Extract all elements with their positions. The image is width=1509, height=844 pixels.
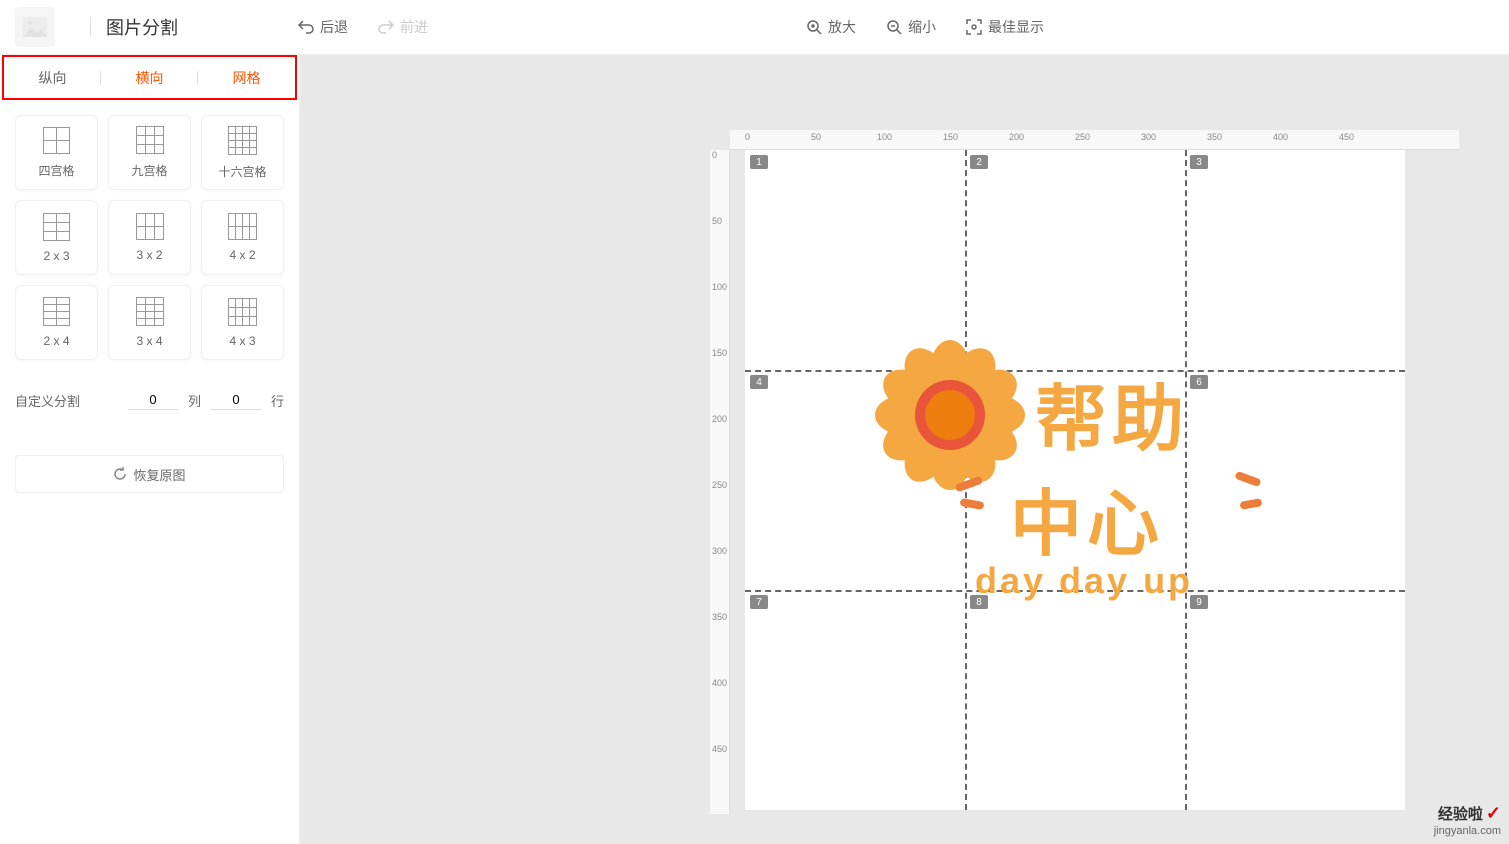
artwork-text-1: 帮助 (1035, 360, 1189, 465)
option-4x3[interactable]: 4 x 3 (201, 285, 284, 360)
fit-screen-button[interactable]: 最佳显示 (966, 17, 1044, 37)
checkmark-icon: ✓ (1486, 803, 1501, 823)
artwork-text-2: 中心 (1010, 465, 1164, 570)
image-placeholder-icon (23, 17, 47, 37)
horizontal-ruler: 050100150200250300350400450 (730, 130, 1459, 150)
undo-button[interactable]: 后退 (298, 17, 348, 37)
divider (90, 17, 91, 37)
cols-unit: 列 (188, 391, 201, 410)
image-canvas[interactable]: 1 2 3 4 5 6 7 8 9 帮助 中心 day day up (745, 150, 1405, 810)
grid-4x2-icon (228, 213, 257, 240)
zoom-in-icon (806, 19, 822, 35)
artwork: 帮助 中心 day day up (865, 330, 1285, 650)
option-2x4[interactable]: 2 x 4 (15, 285, 98, 360)
top-toolbar: 图片分割 后退 前进 放大 缩小 最佳显示 (0, 0, 1509, 55)
sidebar: 纵向 横向 网格 四宫格 九宫格 十六宫格 2 x 3 3 x 2 4 x 2 … (0, 55, 300, 844)
cell-number: 1 (750, 155, 768, 169)
redo-icon (378, 20, 394, 34)
page-title: 图片分割 (106, 14, 178, 40)
option-2x3[interactable]: 2 x 3 (15, 200, 98, 275)
tab-horizontal[interactable]: 横向 (101, 57, 198, 98)
tab-vertical[interactable]: 纵向 (4, 57, 101, 98)
cols-input[interactable] (128, 390, 178, 410)
rows-unit: 行 (271, 391, 284, 410)
option-3x3[interactable]: 九宫格 (108, 115, 191, 190)
cell-number: 2 (970, 155, 988, 169)
zoom-out-icon (886, 19, 902, 35)
cell-number: 3 (1190, 155, 1208, 169)
refresh-icon (113, 467, 127, 481)
redo-button[interactable]: 前进 (378, 17, 428, 37)
logo-thumbnail[interactable] (15, 7, 55, 47)
option-4x4[interactable]: 十六宫格 (201, 115, 284, 190)
cell-number: 4 (750, 375, 768, 389)
watermark: 经验啦 ✓ jingyanla.com (1434, 803, 1501, 838)
grid-3x2-icon (136, 213, 164, 240)
grid-4x4-icon (228, 126, 257, 155)
split-mode-tabs: 纵向 横向 网格 (2, 55, 297, 100)
rows-input[interactable] (211, 390, 261, 410)
option-3x4[interactable]: 3 x 4 (108, 285, 191, 360)
custom-split-row: 自定义分割 列 行 (0, 375, 299, 425)
cell-number: 7 (750, 595, 768, 609)
option-2x2[interactable]: 四宫格 (15, 115, 98, 190)
custom-split-label: 自定义分割 (15, 391, 80, 410)
option-3x2[interactable]: 3 x 2 (108, 200, 191, 275)
zoom-in-button[interactable]: 放大 (806, 17, 856, 37)
tab-grid[interactable]: 网格 (198, 57, 295, 98)
grid-4x3-icon (228, 298, 257, 326)
grid-3x3-icon (136, 126, 164, 154)
grid-preset-options: 四宫格 九宫格 十六宫格 2 x 3 3 x 2 4 x 2 2 x 4 3 x… (0, 100, 299, 375)
artwork-text-3: day day up (975, 560, 1193, 602)
grid-2x2-icon (43, 127, 70, 154)
grid-2x3-icon (43, 213, 70, 241)
vertical-ruler: 050100150200250300350400450 (710, 150, 730, 814)
zoom-out-button[interactable]: 缩小 (886, 17, 936, 37)
restore-original-button[interactable]: 恢复原图 (15, 455, 284, 493)
fit-icon (966, 19, 982, 35)
undo-icon (298, 20, 314, 34)
canvas-area: 050100150200250300350400450 050100150200… (300, 55, 1509, 844)
grid-3x4-icon (136, 297, 164, 326)
grid-2x4-icon (43, 297, 70, 326)
option-4x2[interactable]: 4 x 2 (201, 200, 284, 275)
